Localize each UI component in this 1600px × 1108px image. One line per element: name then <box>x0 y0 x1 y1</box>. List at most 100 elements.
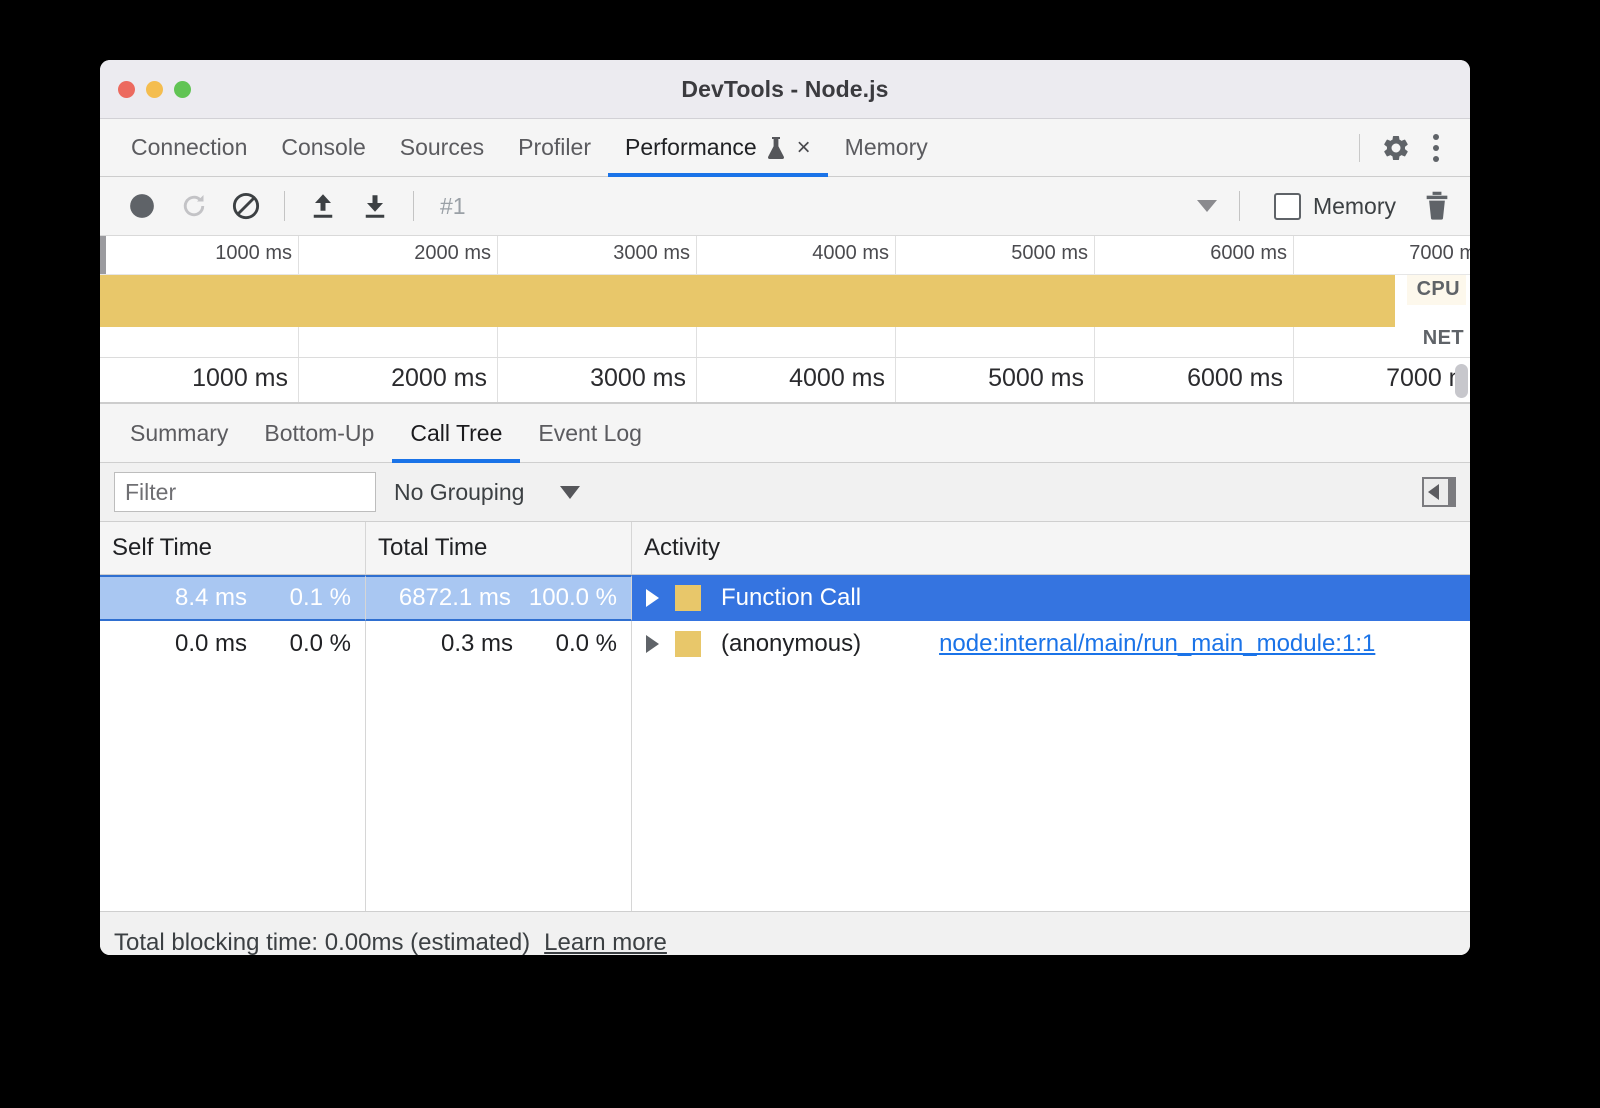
ruler-tick <box>697 327 896 357</box>
cell-activity: (anonymous) node:internal/main/run_main_… <box>632 621 1470 667</box>
expand-triangle-icon[interactable] <box>646 635 659 653</box>
filter-bar: No Grouping <box>100 463 1470 522</box>
record-icon[interactable] <box>116 184 168 228</box>
self-time-value: 8.4 ms <box>175 584 247 612</box>
tab-memory[interactable]: Memory <box>828 119 945 176</box>
activity-name: (anonymous) <box>721 630 861 658</box>
tab-bar-actions <box>1343 119 1470 176</box>
grouping-label: No Grouping <box>394 479 524 506</box>
tick-label: 3000 ms <box>590 364 686 393</box>
tick-label: 2000 ms <box>414 242 491 265</box>
divider <box>1239 191 1240 221</box>
detail-tab-bar: Summary Bottom-Up Call Tree Event Log <box>100 404 1470 463</box>
cell-self-time: 8.4 ms 0.1 % <box>100 575 366 621</box>
tab-sources[interactable]: Sources <box>383 119 501 176</box>
tab-summary[interactable]: Summary <box>112 404 246 462</box>
self-time-value: 0.0 ms <box>175 630 247 658</box>
ruler-tick: 1000 ms <box>100 358 299 402</box>
performance-toolbar: #1 Memory <box>100 177 1470 236</box>
ruler-tick: 2000 ms <box>299 236 498 274</box>
cell-activity: Function Call <box>632 575 1470 621</box>
total-time-value: 0.3 ms <box>441 630 513 658</box>
tab-event-log[interactable]: Event Log <box>520 404 660 462</box>
network-strip: NET <box>100 327 1470 358</box>
filter-input[interactable] <box>114 472 376 512</box>
divider <box>284 191 285 221</box>
tab-label: Profiler <box>518 134 591 161</box>
column-header-activity[interactable]: Activity <box>632 522 1470 574</box>
ruler-tick <box>498 327 697 357</box>
call-tree-table: Self Time Total Time Activity 8.4 ms 0.1… <box>100 522 1470 911</box>
cpu-usage-strip: CPU <box>100 275 1470 327</box>
ruler-tick: 2000 ms <box>299 358 498 402</box>
tick-label: 6000 ms <box>1187 364 1283 393</box>
tab-label: Performance <box>625 134 757 161</box>
tab-label: Summary <box>130 420 228 447</box>
tick-label: 1000 ms <box>215 242 292 265</box>
ruler-tick: 3000 ms <box>498 358 697 402</box>
tick-label: 2000 ms <box>391 364 487 393</box>
tab-connection[interactable]: Connection <box>114 119 264 176</box>
triangle-left-glyph <box>1428 484 1439 500</box>
upload-profile-icon[interactable] <box>297 184 349 228</box>
ruler-tick: 6000 ms <box>1095 236 1294 274</box>
grouping-select[interactable]: No Grouping <box>394 479 580 506</box>
timeline-ruler-bottom: 1000 ms 2000 ms 3000 ms 4000 ms 5000 ms … <box>100 358 1470 403</box>
tab-performance[interactable]: Performance × <box>608 119 828 176</box>
divider <box>413 191 414 221</box>
total-time-percent: 0.0 % <box>531 630 617 658</box>
timeline-scrollbar[interactable] <box>1455 364 1468 398</box>
download-profile-icon[interactable] <box>349 184 401 228</box>
show-sidebar-icon[interactable] <box>1422 477 1456 507</box>
ruler-tick: 4000 ms <box>697 236 896 274</box>
memory-checkbox-group[interactable]: Memory <box>1274 193 1396 220</box>
ruler-tick: 6000 ms <box>1095 358 1294 402</box>
table-row[interactable]: 8.4 ms 0.1 % 6872.1 ms 100.0 % Function … <box>100 575 1470 621</box>
timeline-overview[interactable]: 1000 ms 2000 ms 3000 ms 4000 ms 5000 ms … <box>100 236 1470 404</box>
chevron-down-icon[interactable] <box>1197 200 1217 212</box>
memory-checkbox[interactable] <box>1274 193 1301 220</box>
cell-total-time: 0.3 ms 0.0 % <box>366 621 632 667</box>
network-strip-label: NET <box>1423 327 1464 350</box>
devtools-window: DevTools - Node.js Connection Console So… <box>100 60 1470 955</box>
ruler-tick: 4000 ms <box>697 358 896 402</box>
ruler-tick <box>299 327 498 357</box>
main-tab-bar: Connection Console Sources Profiler Perf… <box>100 119 1470 177</box>
kebab-menu-icon[interactable] <box>1416 128 1456 168</box>
table-row[interactable]: 0.0 ms 0.0 % 0.3 ms 0.0 % (anonymous) no… <box>100 621 1470 667</box>
ruler-tick <box>100 327 299 357</box>
total-time-percent: 100.0 % <box>529 584 617 612</box>
table-header-row: Self Time Total Time Activity <box>100 522 1470 575</box>
column-header-self-time[interactable]: Self Time <box>100 522 366 574</box>
tick-label: 4000 ms <box>812 242 889 265</box>
overview-window-left-handle[interactable] <box>100 236 106 274</box>
cpu-strip-label: CPU <box>1407 275 1466 305</box>
activity-name: Function Call <box>721 584 861 612</box>
reload-icon[interactable] <box>168 184 220 228</box>
column-header-total-time[interactable]: Total Time <box>366 522 632 574</box>
ruler-tick: 1000 ms <box>100 236 299 274</box>
session-id-label: #1 <box>440 193 466 220</box>
trash-icon[interactable] <box>1422 190 1452 222</box>
source-location-link[interactable]: node:internal/main/run_main_module:1:1 <box>939 630 1375 658</box>
sidebar-bar-glyph <box>1448 479 1454 505</box>
tab-label: Bottom-Up <box>264 420 374 447</box>
tab-label: Sources <box>400 134 484 161</box>
activity-color-swatch <box>675 631 701 657</box>
tick-label: 5000 ms <box>1011 242 1088 265</box>
tab-console[interactable]: Console <box>264 119 382 176</box>
table-empty-area <box>100 667 1470 911</box>
tick-label: 4000 ms <box>789 364 885 393</box>
tab-label: Call Tree <box>410 420 502 447</box>
status-bar: Total blocking time: 0.00ms (estimated) … <box>100 911 1470 955</box>
ruler-tick: 7000 ms <box>1294 236 1470 274</box>
cpu-activity-band <box>100 275 1395 327</box>
tab-profiler[interactable]: Profiler <box>501 119 608 176</box>
learn-more-link[interactable]: Learn more <box>544 929 667 955</box>
clear-recording-icon[interactable] <box>220 184 272 228</box>
tab-bottom-up[interactable]: Bottom-Up <box>246 404 392 462</box>
gear-icon[interactable] <box>1376 128 1416 168</box>
tab-call-tree[interactable]: Call Tree <box>392 404 520 462</box>
expand-triangle-icon[interactable] <box>646 589 659 607</box>
close-icon[interactable]: × <box>797 136 811 160</box>
